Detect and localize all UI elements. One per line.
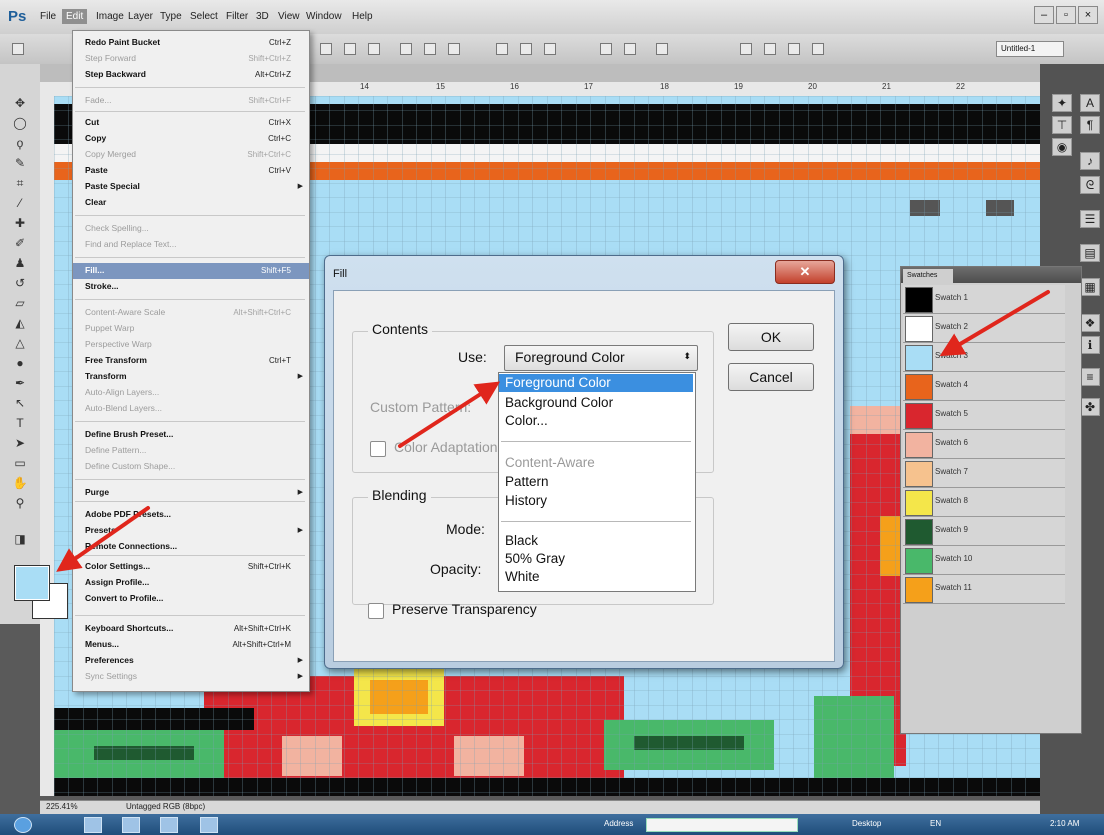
arrow-to-swatch-3 (939, 290, 1050, 357)
arrow-to-foreground-swatch (56, 506, 150, 572)
annotation-arrows (56, 290, 1050, 572)
arrow-to-foreground-option (398, 381, 501, 448)
